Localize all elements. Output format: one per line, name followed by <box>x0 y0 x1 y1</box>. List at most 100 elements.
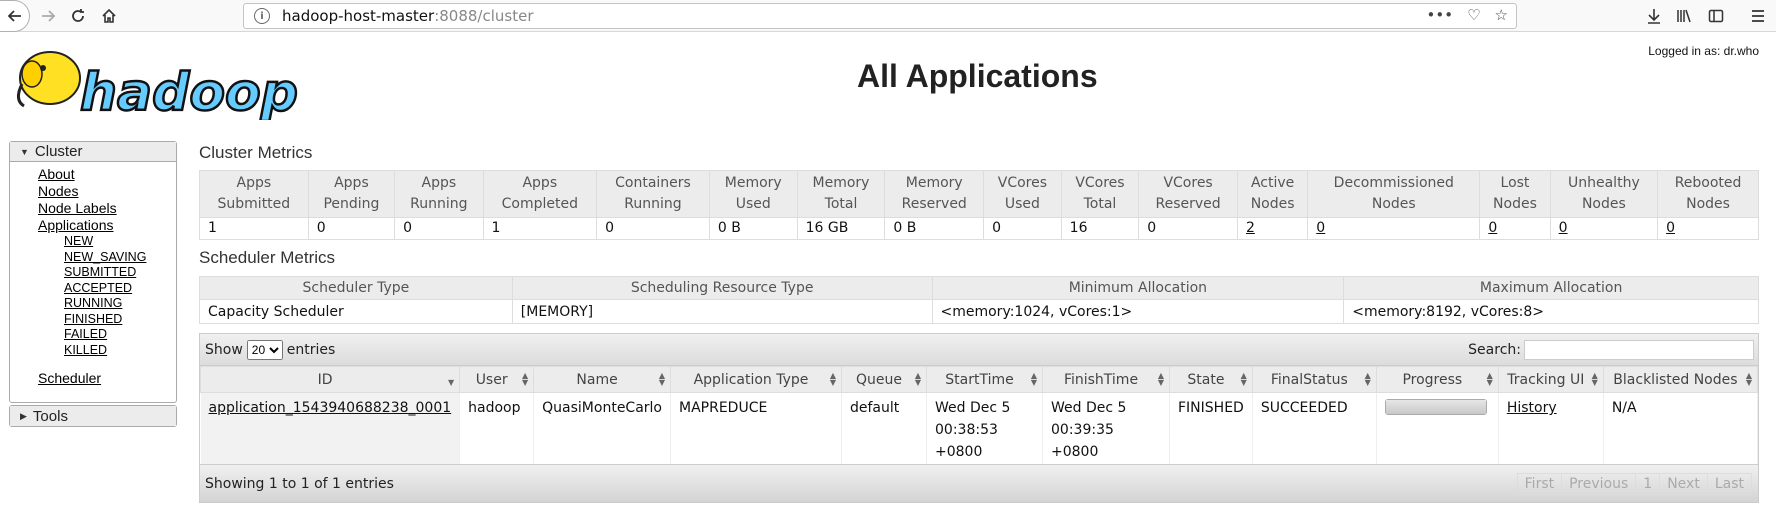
scheduler-header-max: Maximum Allocation <box>1343 276 1759 300</box>
pager-last[interactable]: Last <box>1707 472 1752 495</box>
sidebar-link-nodes[interactable]: Nodes <box>38 183 176 200</box>
metric-link[interactable]: 0 <box>1559 220 1568 236</box>
column-header-progress[interactable]: Progress ▲ ▼ <box>1375 366 1499 393</box>
sidebar-link-new[interactable]: NEW <box>64 234 176 250</box>
scheduler-header-type: Scheduler Type <box>199 276 513 300</box>
metric-header-apps-completed: Apps Completed <box>482 170 598 218</box>
column-header-user[interactable]: User ▲ ▼ <box>459 366 535 393</box>
app-tracking-link[interactable]: History <box>1507 400 1557 416</box>
metric-header-line2: Reserved <box>901 196 967 212</box>
library-icon <box>1677 9 1691 23</box>
more-icon[interactable]: ••• <box>1427 6 1454 24</box>
metric-header-line2: Nodes <box>1371 196 1416 212</box>
sidebar-link-finished[interactable]: FINISHED <box>64 312 176 328</box>
download-button[interactable] <box>1642 4 1666 28</box>
scheduler-max-allocation: <memory:8192, vCores:8> <box>1343 299 1759 324</box>
url-host: hadoop-host-master <box>282 7 435 25</box>
metric-header-line2: Pending <box>323 196 380 212</box>
metric-header-line1: VCores <box>1075 175 1125 191</box>
sort-both-icon: ▲ ▼ <box>1240 371 1247 387</box>
sidebar-toggle-button[interactable] <box>1704 4 1728 28</box>
column-header-application-type[interactable]: Application Type ▲ ▼ <box>670 366 842 393</box>
column-header-starttime[interactable]: StartTime ▲ ▼ <box>926 366 1043 393</box>
reload-button[interactable] <box>66 4 90 28</box>
cluster-panel: ▼ Cluster About Nodes Node Labels Applic… <box>9 141 177 403</box>
metric-header-line2: Nodes <box>1250 196 1295 212</box>
column-header-label: Queue <box>856 371 902 388</box>
metric-header-line2: Total <box>1083 196 1117 212</box>
metric-value-apps-completed: 1 <box>482 217 598 240</box>
tools-panel-header[interactable]: ▶ Tools <box>10 406 176 426</box>
hadoop-logo[interactable]: hadoop <box>10 44 310 124</box>
column-header-id[interactable]: ID ▼ <box>199 366 461 393</box>
home-button[interactable] <box>97 4 121 28</box>
metric-link[interactable]: 2 <box>1246 220 1255 236</box>
metric-link[interactable]: 0 <box>1316 220 1325 236</box>
cluster-panel-header[interactable]: ▼ Cluster <box>10 142 176 162</box>
info-icon[interactable]: i <box>254 8 270 24</box>
tools-panel-label: Tools <box>32 407 68 425</box>
metric-header-line2: Reserved <box>1155 196 1221 212</box>
column-header-label: Name <box>576 371 618 388</box>
hamburger-menu-icon <box>1752 10 1764 22</box>
metric-header-line2: Used <box>1004 196 1040 212</box>
sidebar-link-node-labels[interactable]: Node Labels <box>38 200 176 217</box>
triangle-right-icon: ▶ <box>20 410 27 421</box>
column-header-label: User <box>475 371 508 388</box>
column-header-tracking-ui[interactable]: Tracking UI ▲ ▼ <box>1497 366 1604 393</box>
metric-value-vcores-reserved: 0 <box>1138 217 1238 240</box>
metric-header-line1: Memory <box>724 175 782 191</box>
metric-value-apps-running: 0 <box>394 217 484 240</box>
sidebar-link-accepted[interactable]: ACCEPTED <box>64 281 176 297</box>
metric-header-vcores-reserved: VCores Reserved <box>1138 170 1238 218</box>
search-input[interactable] <box>1524 339 1754 360</box>
page-title: All Applications <box>857 58 1098 94</box>
home-icon <box>102 8 116 23</box>
reload-icon <box>72 9 84 22</box>
forward-button[interactable] <box>36 4 60 28</box>
app-id-link[interactable]: application_1543940688238_0001 <box>209 400 452 416</box>
sidebar-link-running[interactable]: RUNNING <box>64 296 176 312</box>
sidebar-link-applications[interactable]: Applications <box>38 217 176 234</box>
metric-header-line2: Nodes <box>1493 196 1537 212</box>
sidebar-link-failed[interactable]: FAILED <box>64 327 176 343</box>
arrow-left-icon <box>7 10 21 22</box>
entries-label: entries <box>286 341 336 358</box>
url-path: :8088/cluster <box>434 7 534 25</box>
pager-first[interactable]: First <box>1516 472 1563 495</box>
metric-header-active-nodes: Active Nodes <box>1236 170 1309 218</box>
column-header-finishtime[interactable]: FinishTime ▲ ▼ <box>1042 366 1170 393</box>
column-header-state[interactable]: State ▲ ▼ <box>1169 366 1253 393</box>
sidebar-link-scheduler[interactable]: Scheduler <box>38 370 176 387</box>
metric-header-rebooted-nodes: Rebooted Nodes <box>1657 170 1759 218</box>
cluster-panel-label: Cluster <box>34 143 83 160</box>
metric-header-lost-nodes: Lost Nodes <box>1479 170 1551 218</box>
column-header-name[interactable]: Name ▲ ▼ <box>533 366 671 393</box>
column-header-finalstatus[interactable]: FinalStatus ▲ ▼ <box>1251 366 1377 393</box>
bookmark-star-icon[interactable]: ☆ <box>1495 6 1508 24</box>
sidebar-link-submitted[interactable]: SUBMITTED <box>64 265 176 281</box>
sidebar-link-killed[interactable]: KILLED <box>64 343 176 359</box>
pager-previous[interactable]: Previous <box>1562 472 1637 495</box>
column-header-queue[interactable]: Queue ▲ ▼ <box>841 366 927 393</box>
metric-header-line1: Unhealthy <box>1568 175 1640 191</box>
pager-next[interactable]: Next <box>1660 472 1708 495</box>
url-bar[interactable]: i hadoop-host-master:8088/cluster ••• ♡ … <box>243 3 1517 29</box>
sidebar-link-new-saving[interactable]: NEW_SAVING <box>64 250 176 266</box>
metric-header-line2: Nodes <box>1581 196 1626 212</box>
library-button[interactable] <box>1672 4 1696 28</box>
sidebar-link-about[interactable]: About <box>38 166 176 183</box>
back-button[interactable] <box>0 0 30 32</box>
column-header-label: Progress <box>1402 371 1463 388</box>
page-size-select[interactable]: 20 <box>246 339 283 360</box>
pocket-icon[interactable]: ♡ <box>1467 6 1480 24</box>
metric-link[interactable]: 0 <box>1666 220 1675 236</box>
pager-1[interactable]: 1 <box>1636 472 1661 495</box>
menu-button[interactable] <box>1746 4 1770 28</box>
metric-link[interactable]: 0 <box>1488 220 1497 236</box>
metric-header-line2: Used <box>735 196 771 212</box>
scheduler-resource-type: [MEMORY] <box>511 299 933 324</box>
sort-both-icon: ▲ ▼ <box>1486 371 1493 387</box>
column-header-blacklisted-nodes[interactable]: Blacklisted Nodes ▲ ▼ <box>1602 366 1759 393</box>
progress-fill <box>1385 400 1486 414</box>
